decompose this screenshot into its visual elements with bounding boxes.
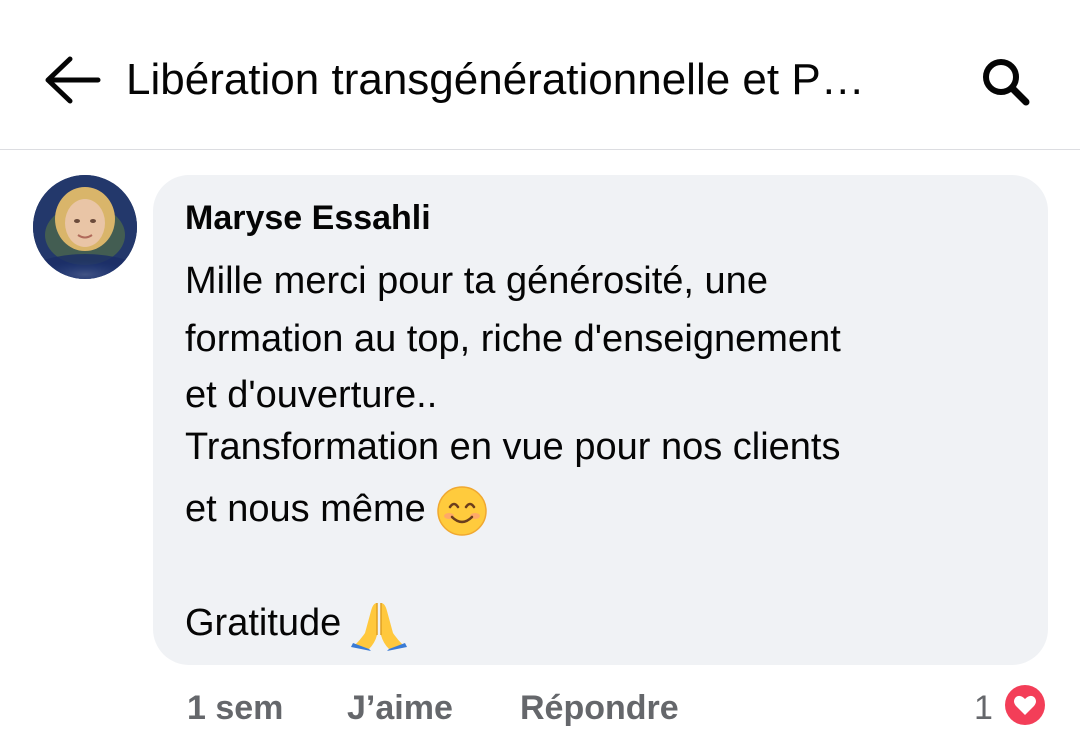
comment-line: Mille merci pour ta générosité, une [185, 260, 768, 302]
comment-line-text: et nous même [185, 488, 426, 531]
group-title: Libération transgénérationnelle et P… [126, 55, 865, 104]
folded-hands-icon [351, 603, 408, 651]
heart-icon [1005, 685, 1045, 725]
comment-author[interactable]: Maryse Essahli [185, 197, 431, 239]
smiling-face-icon [437, 486, 487, 536]
comment-timestamp[interactable]: 1 sem [187, 686, 283, 730]
avatar-photo [33, 175, 137, 279]
comment-line: Transformation en vue pour nos clients [185, 426, 841, 468]
comment-line-text: Gratitude [185, 602, 342, 645]
comment-line-with-emoji: et nous même [185, 485, 488, 537]
comment-bubble: Maryse Essahli Mille merci pour ta génér… [153, 175, 1048, 665]
reaction-badge[interactable] [1002, 682, 1048, 728]
top-bar: Libération transgénérationnelle et P… [0, 0, 1080, 150]
avatar[interactable] [33, 175, 137, 279]
search-button[interactable] [974, 50, 1038, 114]
comment-line: formation au top, riche d'enseignement [185, 318, 841, 360]
like-button[interactable]: J’aime [347, 686, 453, 730]
arrow-left-icon [45, 56, 101, 104]
reaction-count[interactable]: 1 [974, 686, 993, 730]
reply-button[interactable]: Répondre [520, 686, 679, 730]
back-button[interactable] [40, 48, 104, 112]
search-icon [983, 59, 1030, 106]
comment-line-with-emoji: Gratitude [185, 599, 408, 651]
comment-line: et d'ouverture.. [185, 374, 438, 416]
